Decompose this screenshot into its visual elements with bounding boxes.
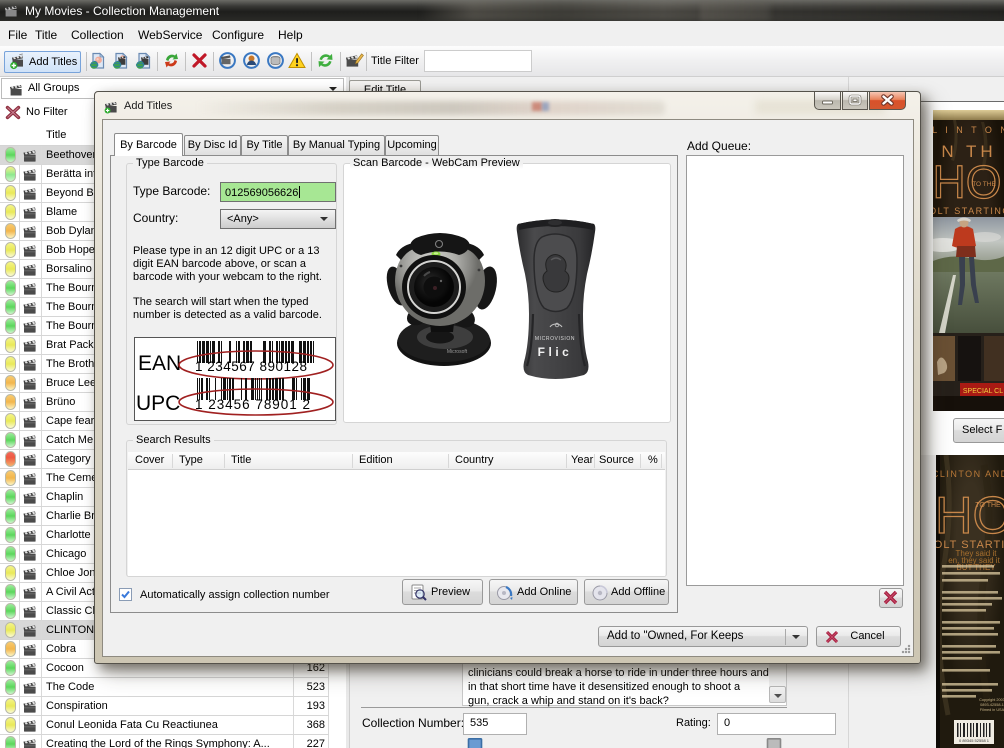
svg-text:1 23456 78901 2: 1 23456 78901 2	[195, 397, 310, 412]
svg-text:Microsoft: Microsoft	[447, 349, 468, 355]
svg-text:CLINTON ANDE: CLINTON ANDE	[936, 469, 1004, 479]
svg-text:0893-42558-1: 0893-42558-1	[980, 703, 1004, 707]
svg-text:Flic: Flic	[538, 345, 573, 359]
svg-text:HO: HO	[936, 487, 1004, 545]
svg-text:EAN: EAN	[138, 352, 181, 375]
svg-text:UPC: UPC	[136, 392, 180, 415]
svg-text:Copyright 2003: Copyright 2003	[979, 698, 1004, 702]
svg-text:0 89345 52558 1: 0 89345 52558 1	[959, 738, 990, 743]
svg-text:OLT STARTING: OLT STARTING	[933, 206, 1004, 216]
svg-text:1 234567 890128: 1 234567 890128	[195, 359, 307, 374]
svg-text:TO THE: TO THE	[975, 502, 1001, 509]
svg-text:TO THE: TO THE	[972, 181, 996, 188]
svg-text:MICROVISION: MICROVISION	[535, 336, 575, 342]
svg-text:SPECIAL CL: SPECIAL CL	[963, 388, 1003, 395]
svg-text:Filmed in USA: Filmed in USA	[980, 708, 1004, 712]
svg-text:L I N T O N: L I N T O N	[933, 125, 1004, 135]
